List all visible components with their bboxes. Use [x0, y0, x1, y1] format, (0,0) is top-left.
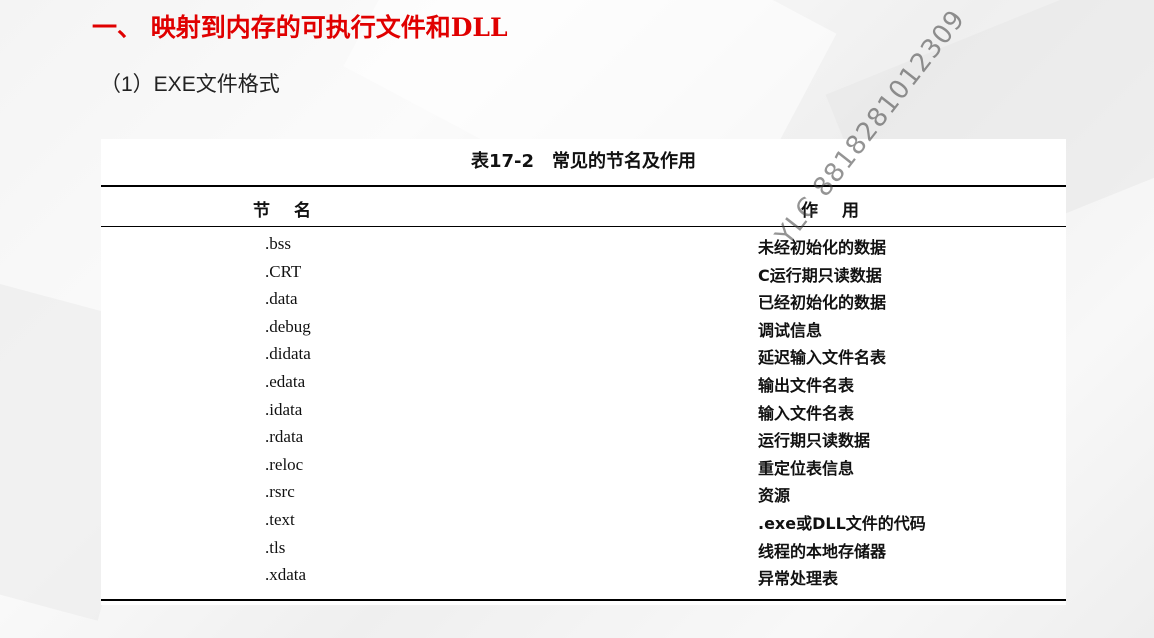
- section-name: .tls: [265, 537, 286, 557]
- section-use: 运行期只读数据: [758, 431, 871, 451]
- table-caption: 表17-2 常见的节名及作用: [470, 151, 697, 172]
- section-use: 异常处理表: [758, 569, 839, 589]
- table-row: .rdata 运行期只读数据: [101, 427, 1066, 455]
- section-name: .didata: [265, 344, 311, 364]
- section-use: 已经初始化的数据: [758, 293, 887, 313]
- table-header-rule: [101, 226, 1066, 227]
- table-row: .CRT C运行期只读数据: [101, 262, 1066, 290]
- table-row: .bss 未经初始化的数据: [101, 234, 1066, 262]
- column-header-name: 节名: [253, 201, 335, 221]
- section-use: 输出文件名表: [758, 375, 855, 395]
- section-name: .reloc: [265, 454, 304, 474]
- section-use: 重定位表信息: [758, 458, 855, 478]
- section-name: .idata: [265, 399, 303, 419]
- table-row: .edata 输出文件名表: [101, 372, 1066, 400]
- table-row: .debug 调试信息: [101, 317, 1066, 345]
- table-body: .bss 未经初始化的数据 .CRT C运行期只读数据 .data 已经初始化的数据 …: [101, 234, 1066, 593]
- section-table: 表17-2 常见的节名及作用 节名 作用 .bss 未经初始化的数据 .CRT C运…: [101, 139, 1066, 605]
- section-name: .rdata: [265, 427, 304, 447]
- slide-title: 一、 映射到内存的可执行文件和DLL: [92, 13, 508, 42]
- section-use: C运行期只读数据: [758, 265, 882, 285]
- table-row: .xdata 异常处理表: [101, 565, 1066, 593]
- table-row: .rsrc 资源: [101, 482, 1066, 510]
- table-row: .data 已经初始化的数据: [101, 289, 1066, 317]
- section-name: .debug: [265, 316, 311, 336]
- table-row: .text .exe或DLL文件的代码: [101, 510, 1066, 538]
- table-row: .didata 延迟输入文件名表: [101, 344, 1066, 372]
- section-name: .rsrc: [265, 482, 295, 502]
- table-row: .reloc 重定位表信息: [101, 455, 1066, 483]
- section-use: 调试信息: [758, 320, 823, 340]
- section-name: .xdata: [265, 565, 307, 585]
- section-name: .edata: [265, 371, 306, 391]
- section-name: .text: [265, 509, 295, 529]
- slide-subtitle: （1）EXE文件格式: [100, 73, 280, 96]
- table-row: .idata 输入文件名表: [101, 400, 1066, 428]
- section-name: .bss: [265, 234, 291, 253]
- section-use: 延迟输入文件名表: [758, 348, 887, 368]
- section-name: .data: [265, 289, 298, 309]
- table-bottom-rule: [101, 599, 1066, 601]
- section-use: 线程的本地存储器: [758, 541, 887, 561]
- section-use: 输入文件名表: [758, 403, 855, 423]
- table-row: .tls 线程的本地存储器: [101, 538, 1066, 566]
- section-use: 资源: [758, 486, 791, 506]
- section-use: .exe或DLL文件的代码: [758, 513, 926, 533]
- table-top-rule: [101, 185, 1066, 187]
- section-name: .CRT: [265, 261, 302, 281]
